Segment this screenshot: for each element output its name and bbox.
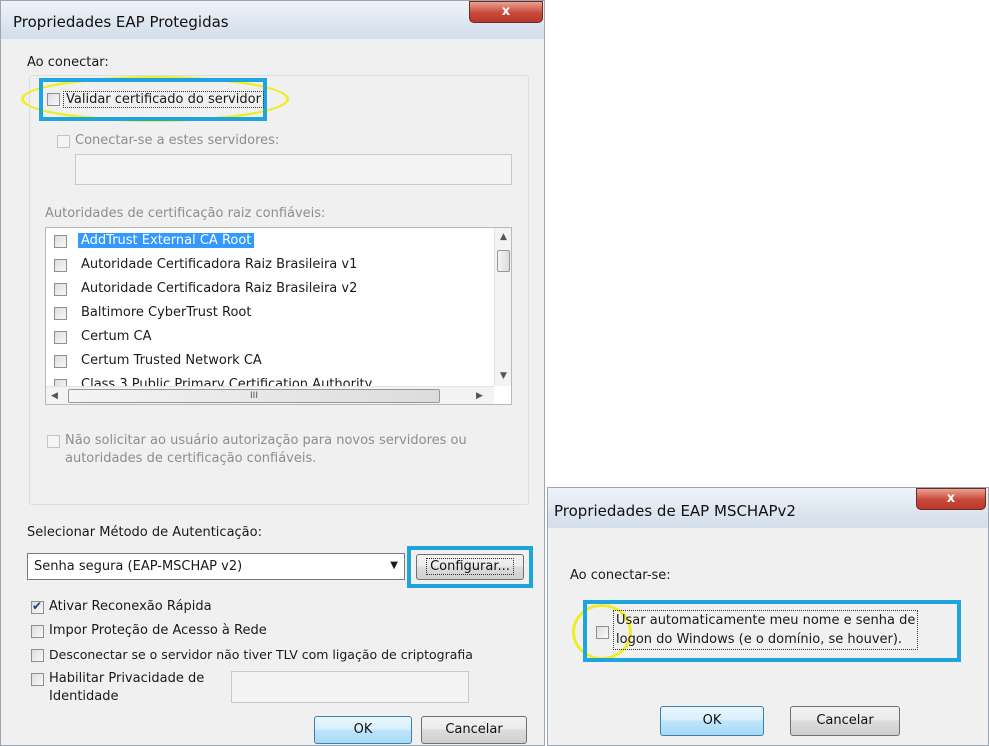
disconnect-label[interactable]: Desconectar se o servidor não tiver TLV … xyxy=(49,647,473,662)
privacy-label-line2[interactable]: Identidade xyxy=(49,689,119,704)
trusted-roots-label: Autoridades de certificação raiz confiáv… xyxy=(45,206,326,221)
scroll-left-arrow-icon[interactable]: ◀ xyxy=(51,391,58,401)
eap-properties-dialog: Propriedades EAP Protegidas x Ao conecta… xyxy=(0,0,545,746)
no-prompt-checkbox[interactable] xyxy=(47,435,60,448)
eap-ok-button[interactable]: OK xyxy=(314,716,412,744)
configure-button-label: Configurar... xyxy=(426,558,514,575)
fast-reconnect-checkbox[interactable] xyxy=(31,599,44,614)
certificate-checkbox[interactable] xyxy=(54,331,67,344)
certificate-checkbox[interactable] xyxy=(54,283,67,296)
horizontal-scrollbar[interactable]: ◀ III ▶ xyxy=(46,386,494,404)
connect-servers-checkbox[interactable] xyxy=(57,135,70,148)
nap-label[interactable]: Impor Proteção de Acesso à Rede xyxy=(49,623,267,638)
certificate-list-item[interactable]: Autoridade Certificadora Raiz Brasileira… xyxy=(52,254,482,277)
certificate-name: Autoridade Certificadora Raiz Brasileira… xyxy=(81,257,358,272)
disconnect-checkbox[interactable] xyxy=(31,649,44,662)
mschap-cancel-button[interactable]: Cancelar xyxy=(790,706,900,736)
vertical-scroll-thumb[interactable] xyxy=(497,250,510,272)
connect-servers-label: Conectar-se a estes servidores: xyxy=(75,133,280,148)
connect-servers-input[interactable] xyxy=(75,154,512,185)
fast-reconnect-label[interactable]: Ativar Reconexão Rápida xyxy=(49,599,212,614)
privacy-checkbox[interactable] xyxy=(31,673,44,686)
scroll-up-arrow-icon[interactable]: ▲ xyxy=(500,232,507,242)
certificate-list-item[interactable]: AddTrust External CA Root xyxy=(52,230,482,253)
certificate-list-item[interactable]: Certum Trusted Network CA xyxy=(52,350,482,373)
nap-checkbox[interactable] xyxy=(31,625,44,638)
horizontal-scroll-thumb[interactable]: III xyxy=(68,389,440,403)
mschap-on-connect-label: Ao conectar-se: xyxy=(570,568,671,583)
certificate-list-item[interactable]: Autoridade Certificadora Raiz Brasileira… xyxy=(52,278,482,301)
no-prompt-label-line2: autoridades de certificação confiáveis. xyxy=(65,451,317,466)
auto-logon-label-line1: Usar automaticamente meu nome e senha de xyxy=(616,613,916,628)
mschap-close-button[interactable]: x xyxy=(916,488,986,510)
certificate-checkbox[interactable] xyxy=(54,235,67,248)
certificate-name: Certum Trusted Network CA xyxy=(81,353,262,368)
auto-logon-label-line2: logon do Windows (e o domínio, se houver… xyxy=(616,632,903,647)
certificate-name: Certum CA xyxy=(81,329,152,344)
eap-dialog-title: Propriedades EAP Protegidas xyxy=(13,13,229,31)
configure-button[interactable]: Configurar... xyxy=(416,554,524,580)
certificate-name: Autoridade Certificadora Raiz Brasileira… xyxy=(81,281,358,296)
no-prompt-label-line1: Não solicitar ao usuário autorização par… xyxy=(65,433,467,448)
certificate-checkbox[interactable] xyxy=(54,259,67,272)
scroll-right-arrow-icon[interactable]: ▶ xyxy=(476,391,483,401)
eap-close-button[interactable]: x xyxy=(469,1,543,23)
privacy-identity-input[interactable] xyxy=(231,671,469,703)
auth-method-label: Selecionar Método de Autenticação: xyxy=(27,525,262,540)
certificate-list-item[interactable]: Certum CA xyxy=(52,326,482,349)
scroll-down-arrow-icon[interactable]: ▼ xyxy=(500,371,507,381)
certificate-checkbox[interactable] xyxy=(54,355,67,368)
eap-client-area: Ao conectar: Validar certificado do serv… xyxy=(9,39,538,744)
validate-cert-checkbox[interactable] xyxy=(47,93,60,106)
certificate-checkbox[interactable] xyxy=(54,307,67,320)
auto-logon-checkbox[interactable] xyxy=(596,626,609,639)
on-connect-label: Ao conectar: xyxy=(27,55,109,70)
mschap-ok-button[interactable]: OK xyxy=(660,706,764,736)
certificate-name: AddTrust External CA Root xyxy=(78,233,255,248)
chevron-down-icon: ▼ xyxy=(390,560,398,571)
mschap-dialog-title: Propriedades de EAP MSCHAPv2 xyxy=(554,502,796,520)
auto-logon-label[interactable]: Usar automaticamente meu nome e senha de… xyxy=(613,610,919,650)
privacy-label-line1[interactable]: Habilitar Privacidade de xyxy=(49,671,204,686)
certificate-list[interactable]: AddTrust External CA Root Autoridade Cer… xyxy=(45,227,512,405)
auth-method-value: Senha segura (EAP-MSCHAP v2) xyxy=(34,559,243,574)
eap-cancel-button[interactable]: Cancelar xyxy=(421,716,527,744)
auth-method-select[interactable]: Senha segura (EAP-MSCHAP v2) ▼ xyxy=(27,553,405,580)
certificate-name: Baltimore CyberTrust Root xyxy=(81,305,252,320)
mschap-client-area: Ao conectar-se: Usar automaticamente meu… xyxy=(556,528,982,740)
mschap-properties-dialog: Propriedades de EAP MSCHAPv2 x Ao conect… xyxy=(547,487,989,746)
vertical-scrollbar[interactable]: ▲ ▼ xyxy=(494,228,511,386)
certificate-list-item[interactable]: Baltimore CyberTrust Root xyxy=(52,302,482,325)
validate-cert-label[interactable]: Validar certificado do servidor xyxy=(63,91,264,108)
